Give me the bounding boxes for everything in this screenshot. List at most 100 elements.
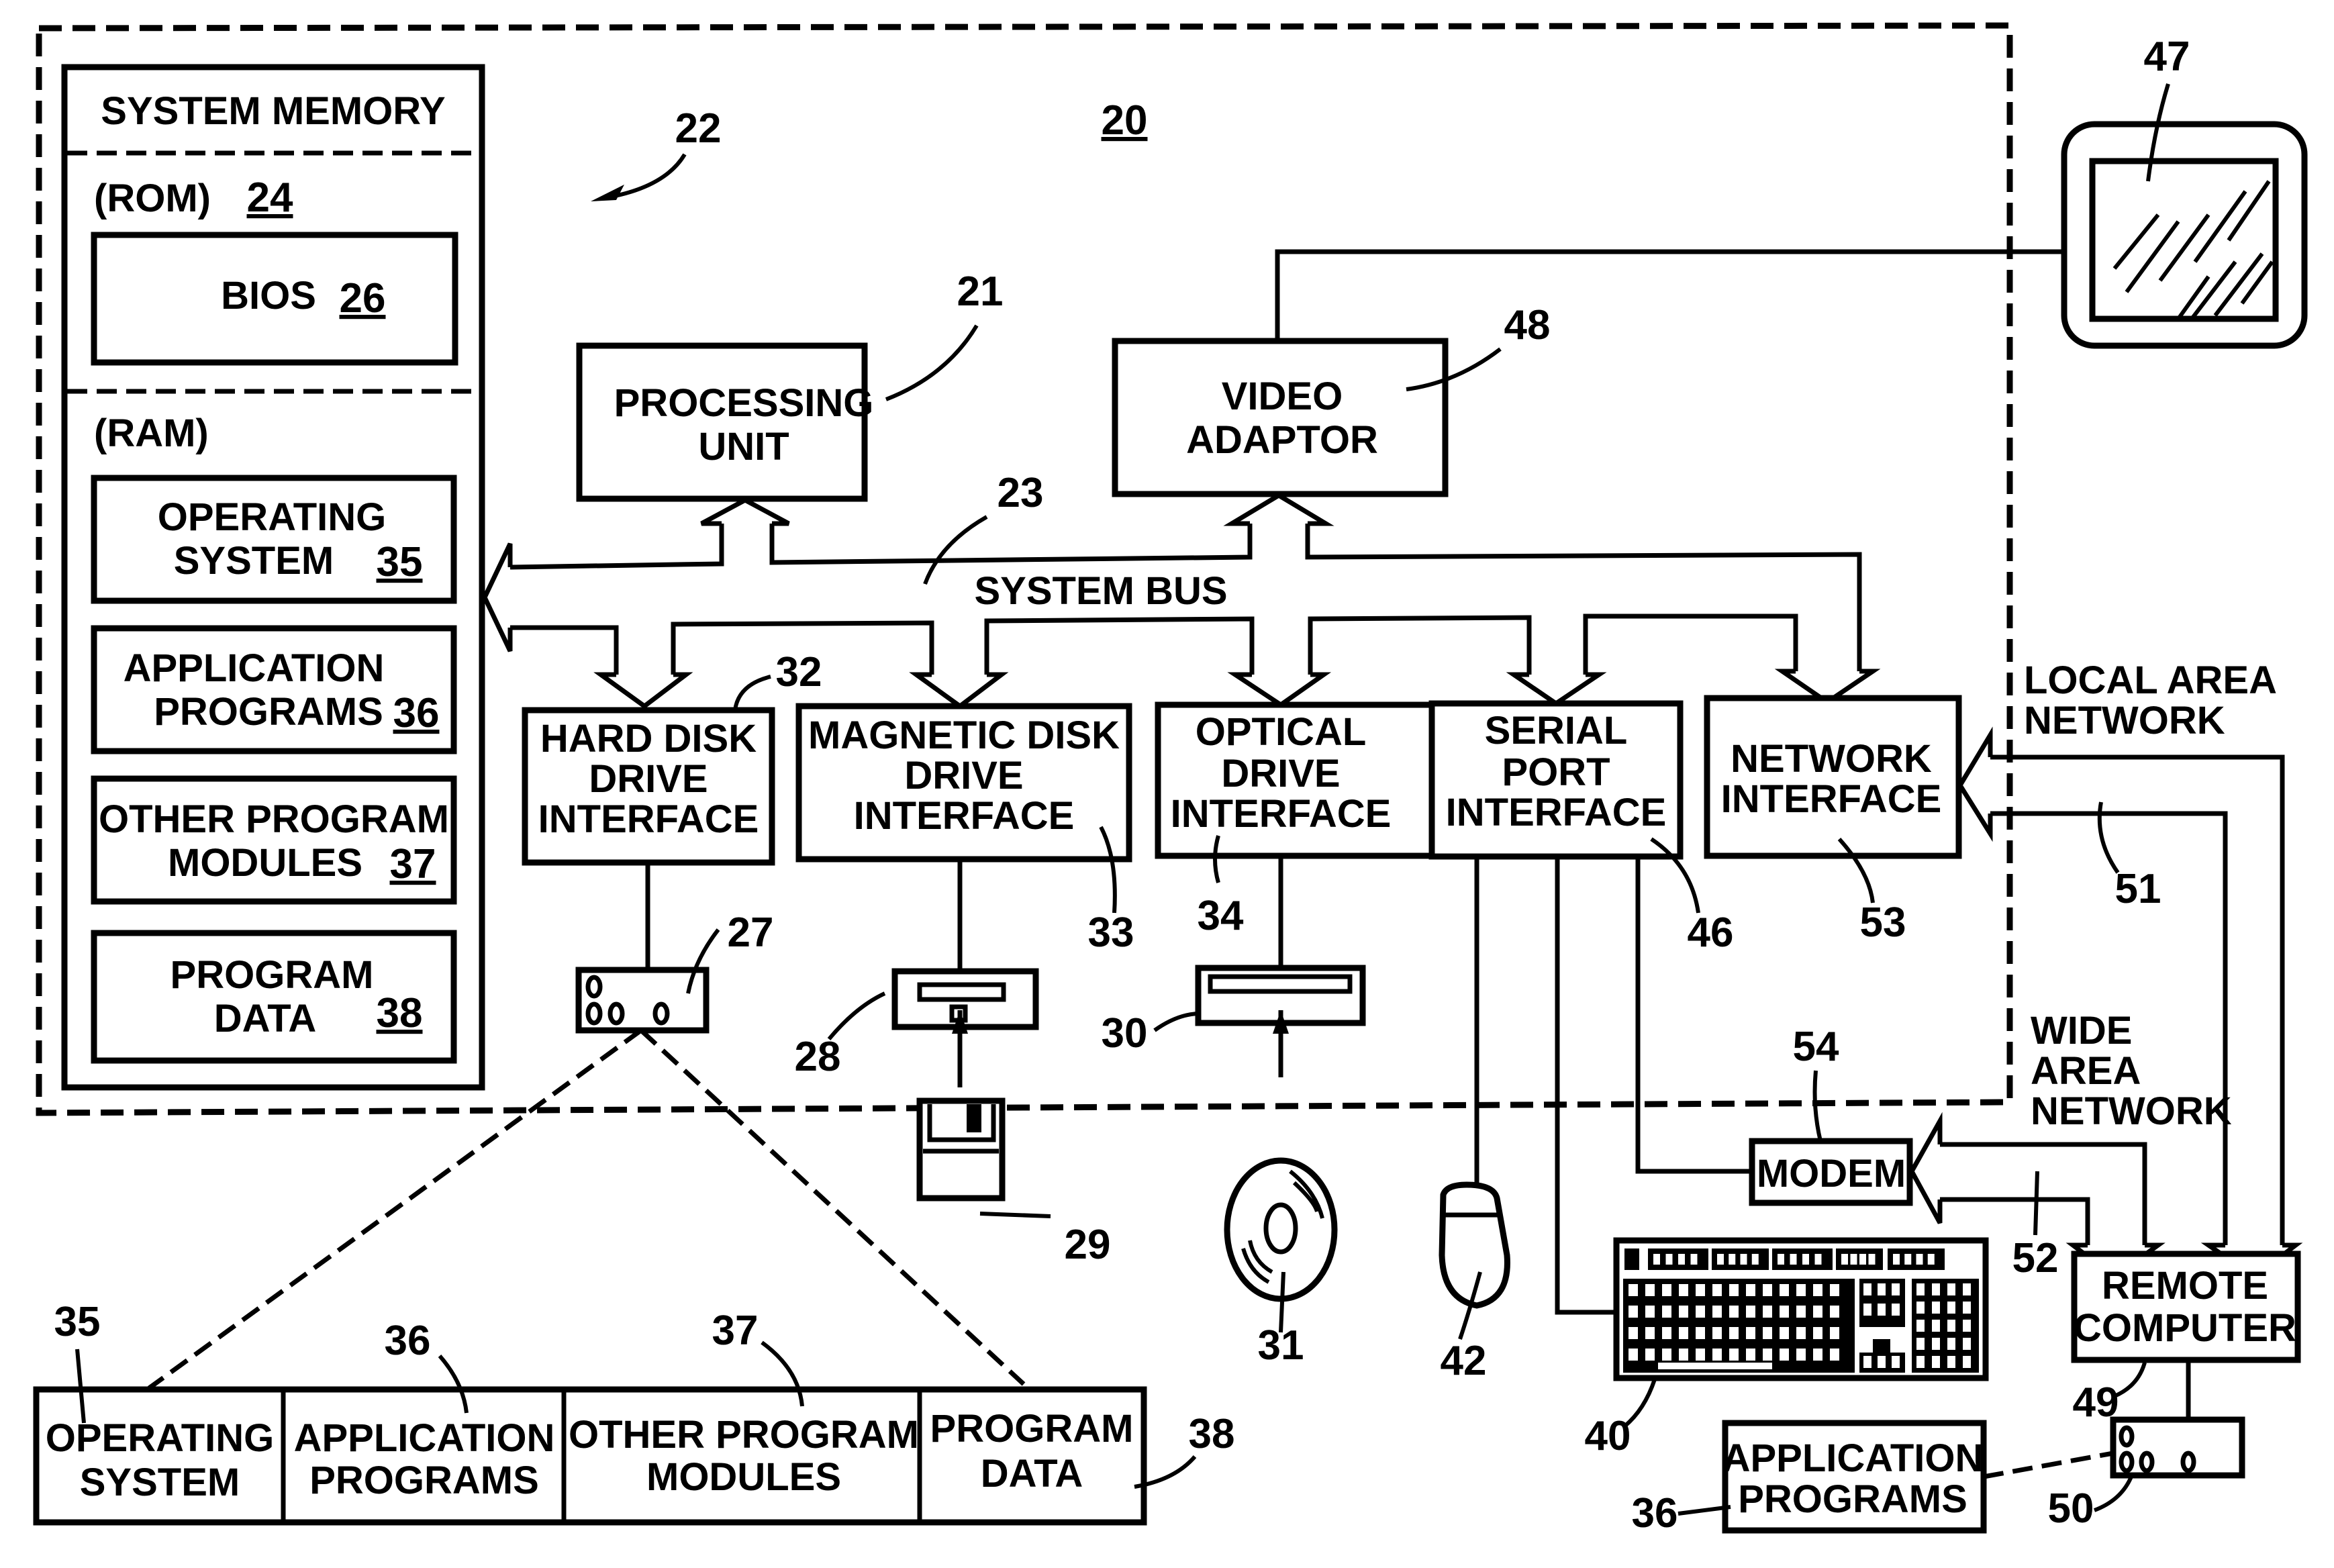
optical-disk-ref: 31: [1258, 1322, 1304, 1369]
keyboard-key: [1665, 1254, 1673, 1265]
keyboard-key: [1830, 1306, 1839, 1318]
video-adaptor-ref: 48: [1504, 302, 1551, 348]
interface-line2: PORT: [1502, 750, 1610, 794]
rom-label: (ROM): [94, 177, 211, 220]
keyboard-key: [1813, 1284, 1822, 1296]
lan-arrow-to-network-interface: [1957, 726, 1993, 842]
keyboard-key: [1717, 1254, 1724, 1265]
keyboard-key: [1729, 1349, 1739, 1361]
keyboard-key: [1746, 1349, 1755, 1361]
ram-item-application-programs: APPLICATION PROGRAMS 36: [91, 625, 457, 754]
video-adaptor-line1: VIDEO: [1222, 375, 1343, 418]
hdd-expansion-right: [639, 1028, 1026, 1386]
keyboard-key: [1746, 1284, 1755, 1296]
ref-22-label: 22: [675, 105, 722, 152]
interface-line2: INTERFACE: [1721, 777, 1942, 821]
interface-ref: 32: [776, 649, 822, 695]
system-memory-block: SYSTEM MEMORY (ROM) 24 BIOS 26 (RAM) OPE…: [61, 64, 485, 1091]
keyboard-key: [1850, 1254, 1857, 1265]
ram-item-line2: PROGRAMS: [154, 690, 383, 734]
keyboard-key: [1679, 1306, 1688, 1318]
wan-label-line3: NETWORK: [2031, 1089, 2232, 1133]
keyboard-key: [1662, 1349, 1671, 1361]
keyboard-key: [1892, 1304, 1900, 1316]
processing-unit-block: PROCESSING UNIT 21: [576, 268, 1003, 502]
keyboard-key: [1963, 1320, 1971, 1332]
keyboard-key: [1932, 1320, 1940, 1332]
optical-drive-icon: 30: [1102, 856, 1366, 1057]
lan-label-line1: LOCAL AREA: [2024, 658, 2277, 702]
floppy-shutter-window: [967, 1104, 981, 1132]
keyboard-key: [1780, 1284, 1789, 1296]
keyboard-key: [1751, 1254, 1759, 1265]
keyboard-key: [1662, 1306, 1671, 1318]
ram-label: (RAM): [94, 411, 209, 455]
keyboard-key: [1947, 1338, 1955, 1350]
bus-arrow-to-serial: [1506, 672, 1607, 707]
contents-item-line1: OTHER PROGRAM: [569, 1413, 919, 1457]
keyboard-key: [1916, 1254, 1923, 1265]
keyboard-key: [1830, 1349, 1839, 1361]
remote-apps-link: [1983, 1451, 2114, 1479]
interface-line1: NETWORK: [1731, 737, 1932, 781]
remote-computer-line1: REMOTE: [2102, 1264, 2268, 1308]
keyboard-key: [1932, 1338, 1940, 1350]
keyboard-key: [1658, 1363, 1772, 1369]
keyboard-key: [1813, 1349, 1822, 1361]
keyboard-key: [1645, 1306, 1655, 1318]
keyboard-key: [1696, 1349, 1705, 1361]
keyboard-key: [1645, 1349, 1655, 1361]
bios-ref: 26: [340, 275, 386, 322]
keyboard-key-block: [1624, 1248, 1639, 1270]
processing-unit-line1: PROCESSING: [614, 381, 874, 425]
modem-ref: 54: [1793, 1024, 1839, 1070]
keyboard-key: [1878, 1356, 1886, 1368]
keyboard-key: [1947, 1356, 1955, 1368]
hard-disk-icon: 27: [575, 863, 773, 1034]
interface-line3: INTERFACE: [1171, 792, 1392, 836]
keyboard-key: [1696, 1306, 1705, 1318]
keyboard-key: [1729, 1284, 1739, 1296]
interface-ref: 33: [1088, 910, 1134, 956]
floppy-disk-icon: 29: [916, 1010, 1110, 1268]
computer-system-diagram: 22 20 SYSTEM MEMORY (ROM) 24 BIOS 26 (RA…: [33, 22, 2308, 1536]
bus-arrow-to-optical: [1227, 672, 1332, 708]
keyboard-key: [1628, 1327, 1638, 1339]
video-to-monitor-line: [1275, 249, 2064, 341]
contents-item-line2: MODULES: [646, 1455, 841, 1499]
keyboard-key: [1712, 1349, 1722, 1361]
keyboard-key: [1916, 1338, 1925, 1350]
contents-item-line2: SYSTEM: [80, 1461, 240, 1504]
wan-label-line1: WIDE: [2031, 1009, 2132, 1052]
keyboard-key: [1780, 1306, 1789, 1318]
ram-item-line1: APPLICATION: [124, 646, 385, 690]
keyboard-key: [1690, 1254, 1698, 1265]
keyboard-key: [1892, 1283, 1900, 1295]
keyboard-key: [1712, 1306, 1722, 1318]
remote-computer-leader: [2113, 1362, 2147, 1398]
interface-line3: INTERFACE: [854, 794, 1075, 838]
keyboard-key: [1932, 1302, 1940, 1314]
interface-line1: SERIAL: [1485, 709, 1628, 752]
keyboard-key: [1796, 1306, 1806, 1318]
keyboard-key: [1947, 1283, 1955, 1295]
system-bus: SYSTEM BUS 23: [482, 470, 1881, 709]
keyboard-key: [1628, 1306, 1638, 1318]
bus-arrow-to-memory: [482, 542, 513, 652]
keyboard-key: [1729, 1306, 1739, 1318]
bus-lower-rail-3: [984, 616, 1255, 675]
keyboard-key: [1916, 1320, 1925, 1332]
system-bus-label: SYSTEM BUS: [974, 569, 1227, 613]
keyboard-key: [1729, 1327, 1739, 1339]
wan-label-line2: AREA: [2031, 1049, 2141, 1093]
remote-computer-block: REMOTE COMPUTER 49: [2071, 1251, 2301, 1426]
keyboard-key: [1878, 1283, 1886, 1295]
keyboard-key: [1712, 1327, 1722, 1339]
keyboard-key-block: [1873, 1339, 1890, 1353]
lan-ref: 51: [2115, 866, 2161, 912]
interface-leader: [1213, 835, 1220, 883]
remote-apps-block: APPLICATION PROGRAMS 36: [1632, 1420, 2114, 1536]
wan-leader: [2033, 1171, 2039, 1236]
interface-line3: INTERFACE: [1446, 791, 1667, 834]
keyboard-key: [1932, 1283, 1940, 1295]
